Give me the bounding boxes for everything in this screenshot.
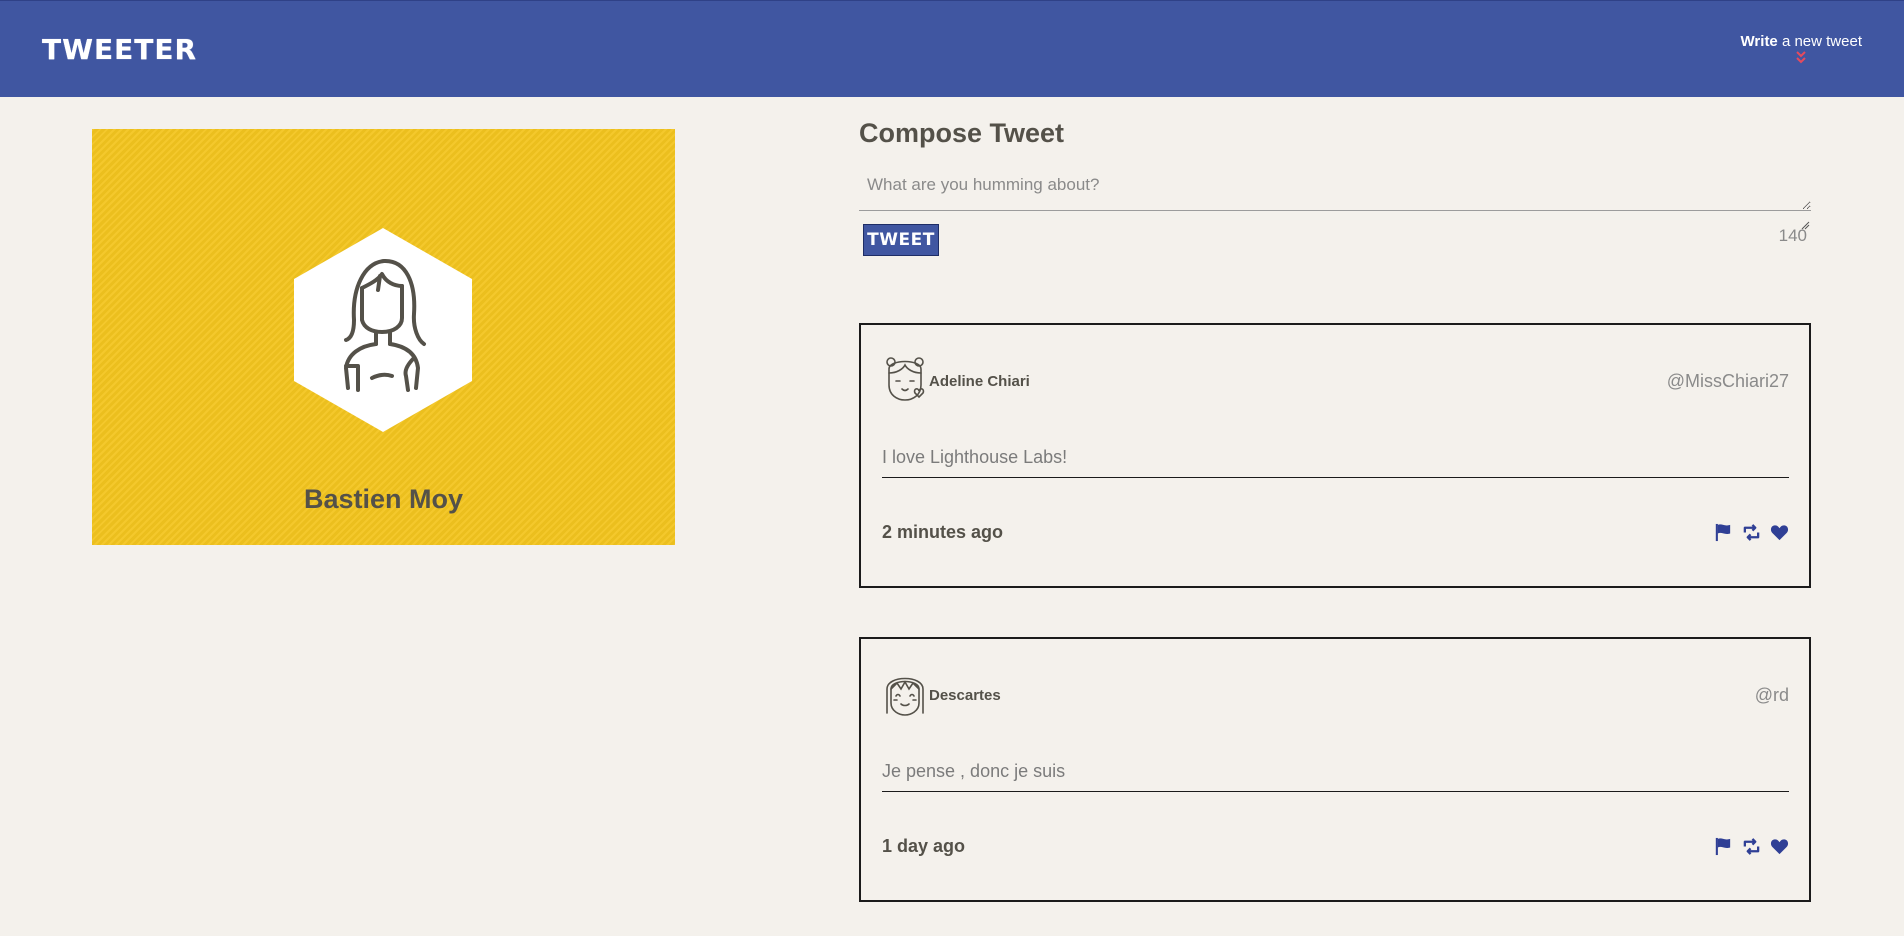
write-new-tweet-toggle[interactable]: Write a new tweet xyxy=(1741,33,1862,66)
tweet-submit-button[interactable]: TWEET xyxy=(863,224,939,256)
retweet-icon[interactable] xyxy=(1742,837,1761,856)
compose-controls: TWEET 140 xyxy=(859,224,1811,264)
profile-name: Bastien Moy xyxy=(303,484,464,514)
profile-avatar-icon xyxy=(294,228,472,432)
tweet-timestamp: 2 minutes ago xyxy=(882,522,1004,542)
tweet-actions xyxy=(1714,523,1789,542)
top-nav: TWEETER Write a new tweet xyxy=(0,0,1904,97)
heart-icon[interactable] xyxy=(1770,837,1789,856)
compose-tweet-section: Compose Tweet TWEET 140 xyxy=(859,118,1811,264)
tweet-author-handle: @rd xyxy=(1754,685,1789,705)
write-label-rest: a new tweet xyxy=(1777,33,1862,50)
tweet-content: I love Lighthouse Labs! xyxy=(882,447,1789,478)
character-counter: 140 xyxy=(1778,226,1807,245)
tweet-text-input[interactable] xyxy=(859,163,1811,211)
tweet-content: Je pense , donc je suis xyxy=(882,761,1789,792)
girl-avatar-icon xyxy=(886,677,924,716)
write-label-strong: Write xyxy=(1740,33,1778,50)
tweet-card: Adeline Chiari @MissChiari27 I love Ligh… xyxy=(859,323,1811,588)
tweet-card: Descartes @rd Je pense , donc je suis 1 … xyxy=(859,637,1811,902)
profile-card: Bastien Moy xyxy=(92,129,675,545)
tweet-author-name: Descartes xyxy=(929,687,1001,704)
retweet-icon[interactable] xyxy=(1742,523,1761,542)
tweet-author-name: Adeline Chiari xyxy=(929,373,1030,390)
tweet-actions xyxy=(1714,837,1789,856)
heart-icon[interactable] xyxy=(1770,523,1789,542)
compose-title: Compose Tweet xyxy=(859,118,1065,148)
tweet-timestamp: 1 day ago xyxy=(882,836,966,856)
woman-avatar-icon xyxy=(886,357,925,401)
flag-icon[interactable] xyxy=(1714,523,1733,542)
flag-icon[interactable] xyxy=(1714,837,1733,856)
brand-logo[interactable]: TWEETER xyxy=(42,33,197,66)
double-chevron-down-icon[interactable] xyxy=(1793,50,1809,66)
tweet-author-handle: @MissChiari27 xyxy=(1666,371,1789,391)
